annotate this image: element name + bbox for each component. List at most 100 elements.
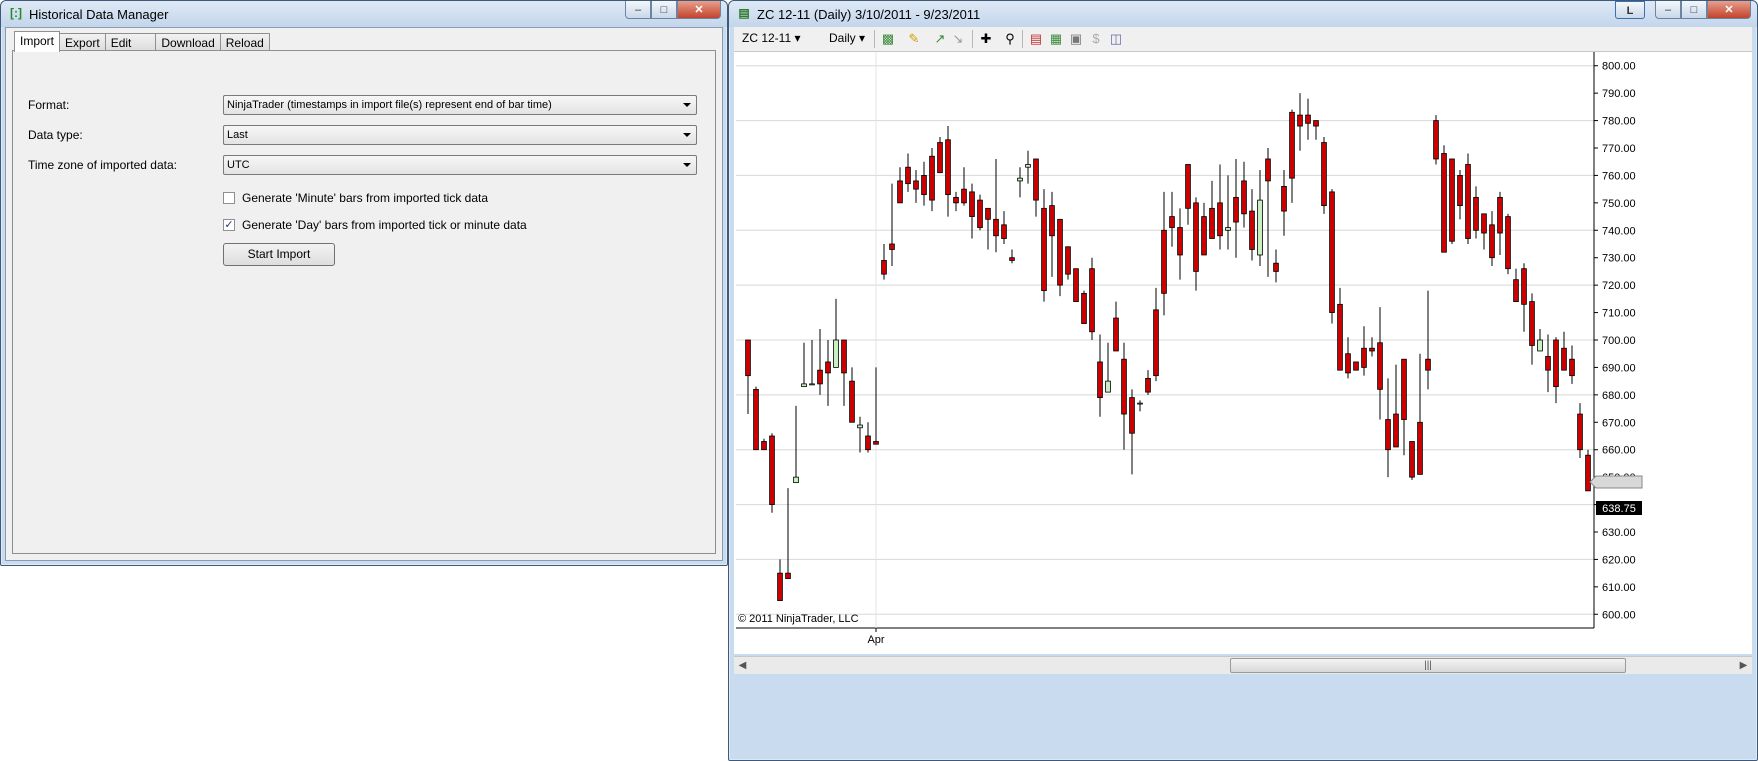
scroll-left-icon[interactable]: ◀ [735, 658, 750, 673]
candle-body [849, 380, 855, 423]
gen-minute-checkbox[interactable] [223, 192, 235, 204]
chart-close-button[interactable]: ✕ [1707, 1, 1751, 19]
scrollbar-thumb[interactable]: ||| [1230, 658, 1626, 673]
candle-body [1329, 191, 1335, 313]
drawing-pencil-icon[interactable]: ✎ [906, 31, 922, 47]
candle-body [1169, 216, 1175, 228]
candle-body [1489, 224, 1495, 259]
hdm-client-area: Import Export Edit Download Reload Forma… [5, 27, 723, 561]
instrument-label: ZC 12-11 [742, 31, 792, 45]
candle-body [1289, 111, 1295, 179]
chevron-down-icon [683, 133, 691, 137]
candle-body [1497, 196, 1503, 234]
candle-body [1393, 413, 1399, 448]
candle-body [929, 155, 935, 201]
data-box-icon[interactable]: ◫ [1108, 31, 1124, 47]
chart-area[interactable]: 800.00 790.00 780.00 770.00 760.00 750.00 740.… [734, 52, 1752, 654]
y-tick-label: 670.00 [1602, 417, 1636, 429]
candle-body [1433, 120, 1439, 160]
candle-body [777, 572, 783, 601]
hdm-titlebar[interactable]: [:] Historical Data Manager – □ ✕ [1, 1, 727, 27]
candle-body [1233, 196, 1239, 223]
last-price-label: 638.75 [1602, 503, 1636, 515]
candle-body [945, 139, 951, 196]
tab-reload[interactable]: Reload [219, 33, 270, 51]
candle-body [1449, 158, 1455, 242]
close-button[interactable]: ✕ [677, 1, 721, 19]
chart-window: ▤ ZC 12-11 (Daily) 3/10/2011 - 9/23/2011… [728, 0, 1758, 761]
chevron-down-icon [683, 103, 691, 107]
crosshair-icon[interactable]: ✚ [978, 31, 994, 47]
candle-body [1041, 207, 1047, 292]
maximize-button[interactable]: □ [651, 1, 677, 19]
instrument-selector[interactable]: ZC 12-11 ▾ [742, 31, 801, 45]
toolbar-separator [874, 30, 875, 48]
candle-body [897, 180, 903, 204]
zoom-in-icon[interactable]: ↗ [932, 31, 948, 47]
candle-body [1385, 419, 1391, 451]
start-import-button[interactable]: Start Import [223, 243, 335, 266]
y-tick-label: 680.00 [1602, 390, 1636, 402]
candle-body [1465, 164, 1471, 239]
candle-body [825, 361, 831, 374]
timezone-select[interactable]: UTC [223, 155, 697, 175]
price-chart[interactable]: 800.00 790.00 780.00 770.00 760.00 750.00 740.… [734, 52, 1754, 654]
strategy-icon[interactable]: ▤ [1028, 31, 1044, 47]
candle-body [1009, 257, 1015, 261]
indicators-icon[interactable]: ▦ [1048, 31, 1064, 47]
candle-body [1105, 380, 1111, 393]
datatype-select[interactable]: Last [223, 125, 697, 145]
magnifier-icon[interactable]: ⚲ [1002, 31, 1018, 47]
candle-body [873, 441, 879, 445]
properties-icon[interactable]: ▣ [1068, 31, 1084, 47]
candle-body [1425, 358, 1431, 371]
candle-body [1265, 158, 1271, 182]
zoom-out-icon[interactable]: ↘ [950, 31, 966, 47]
candlestick-style-icon[interactable]: ▩ [880, 31, 896, 47]
candle-body [1225, 227, 1231, 231]
currency-icon[interactable]: $ [1088, 31, 1104, 47]
y-tick-label: 730.00 [1602, 253, 1636, 265]
horizontal-scrollbar[interactable]: ◀ ||| ▶ [734, 656, 1752, 674]
candle-body [1377, 342, 1383, 390]
tab-edit[interactable]: Edit [104, 33, 157, 51]
candle-body [921, 175, 927, 196]
chart-titlebar[interactable]: ▤ ZC 12-11 (Daily) 3/10/2011 - 9/23/2011… [729, 1, 1757, 27]
gen-minute-label: Generate 'Minute' bars from imported tic… [242, 191, 489, 205]
candle-body [1017, 177, 1023, 182]
candle-body [841, 339, 847, 374]
interval-label: Daily [829, 31, 856, 45]
minimize-button[interactable]: – [625, 1, 651, 19]
scroll-right-icon[interactable]: ▶ [1736, 658, 1751, 673]
chart-minimize-button[interactable]: – [1655, 1, 1681, 19]
candle-body [993, 218, 999, 237]
y-tick-label: 780.00 [1602, 116, 1636, 128]
candle-body [785, 572, 791, 580]
candle-body [1209, 207, 1215, 239]
candle-body [1417, 421, 1423, 475]
candle-body [961, 188, 967, 204]
candle-body [969, 191, 975, 217]
candle-body [881, 260, 887, 275]
candle-body [1481, 213, 1487, 234]
candle-body [769, 435, 775, 505]
link-button[interactable]: L [1615, 1, 1645, 19]
candle-body [1529, 301, 1535, 346]
candle-body [985, 207, 991, 220]
y-tick-label: 620.00 [1602, 554, 1636, 566]
format-select[interactable]: NinjaTrader (timestamps in import file(s… [223, 95, 697, 115]
y-tick-label: 630.00 [1602, 527, 1636, 539]
candle-body [977, 199, 983, 228]
tab-download[interactable]: Download [155, 33, 221, 51]
candle-body [1025, 164, 1031, 168]
gen-day-checkbox[interactable]: ✓ [223, 219, 235, 231]
interval-selector[interactable]: Daily ▾ [829, 31, 865, 45]
tab-import[interactable]: Import [14, 31, 61, 52]
chart-maximize-button[interactable]: □ [1681, 1, 1707, 19]
historical-data-manager-window: [:] Historical Data Manager – □ ✕ Import… [0, 0, 728, 566]
y-tick-label: 710.00 [1602, 308, 1636, 320]
candle-body [953, 196, 959, 204]
candle-body [1049, 205, 1055, 237]
tab-export[interactable]: Export [59, 33, 106, 51]
import-tab-panel: Format: NinjaTrader (timestamps in impor… [12, 50, 716, 554]
